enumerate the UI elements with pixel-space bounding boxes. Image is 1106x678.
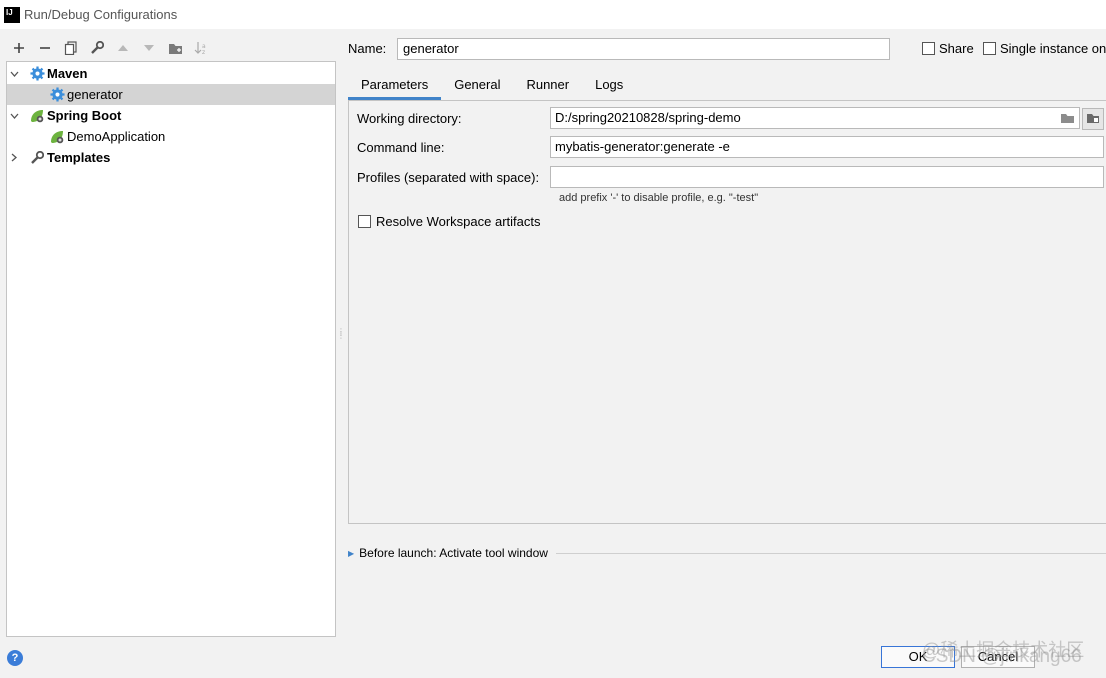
single-instance-label: Single instance on	[1000, 41, 1106, 56]
tree-label-spring-boot: Spring Boot	[47, 108, 122, 123]
parameters-panel	[348, 100, 1106, 524]
tab-parameters[interactable]: Parameters	[348, 71, 442, 100]
macro-icon	[1086, 112, 1100, 127]
window-title: Run/Debug Configurations	[24, 7, 178, 22]
resolve-workspace-option[interactable]: Resolve Workspace artifacts	[358, 214, 541, 229]
working-directory-value: D:/spring20210828/spring-demo	[555, 110, 741, 125]
chevron-right-icon[interactable]	[7, 153, 21, 162]
wrench-icon	[29, 150, 45, 166]
svg-text:z: z	[202, 49, 205, 55]
maven-gear-icon	[29, 66, 45, 82]
divider	[556, 553, 1106, 554]
tab-runner[interactable]: Runner	[513, 71, 582, 100]
tree-label-demo-application: DemoApplication	[67, 129, 166, 144]
share-label: Share	[939, 41, 974, 56]
working-directory-label: Working directory:	[357, 111, 462, 126]
tree-label-generator: generator	[67, 87, 123, 102]
resolve-workspace-label: Resolve Workspace artifacts	[376, 214, 541, 229]
tree-node-spring-boot[interactable]: Spring Boot	[7, 105, 335, 126]
single-instance-option[interactable]: Single instance on	[983, 41, 1106, 56]
command-line-label: Command line:	[357, 140, 445, 155]
expand-arrow-icon[interactable]: ▶	[348, 549, 354, 558]
intellij-logo-icon: IJ	[4, 6, 20, 23]
resolve-workspace-checkbox[interactable]	[358, 215, 371, 228]
name-input[interactable]: generator	[397, 38, 890, 60]
profiles-input[interactable]	[550, 166, 1104, 188]
wrench-icon[interactable]	[86, 37, 108, 59]
new-folder-icon[interactable]	[164, 37, 186, 59]
help-icon[interactable]: ?	[7, 650, 23, 666]
configuration-tree: Maven generator Spring Boot DemoApplicat…	[6, 61, 336, 637]
before-launch-section[interactable]: ▶ Before launch: Activate tool window	[348, 546, 548, 560]
spring-boot-icon	[29, 108, 45, 124]
folder-browse-icon[interactable]	[1059, 110, 1075, 126]
tab-logs[interactable]: Logs	[582, 71, 636, 100]
ok-button[interactable]: OK	[881, 646, 955, 668]
config-toolbar: az	[8, 37, 212, 59]
move-up-icon[interactable]	[112, 37, 134, 59]
tree-node-maven[interactable]: Maven	[7, 63, 335, 84]
add-icon[interactable]	[8, 37, 30, 59]
cancel-button[interactable]: Cancel	[961, 646, 1035, 668]
title-bar: IJ Run/Debug Configurations	[0, 0, 1106, 29]
chevron-down-icon[interactable]	[7, 113, 21, 119]
share-option[interactable]: Share	[922, 41, 974, 56]
sort-icon[interactable]: az	[190, 37, 212, 59]
share-checkbox[interactable]	[922, 42, 935, 55]
profiles-label: Profiles (separated with space):	[357, 170, 540, 185]
config-tabs: Parameters General Runner Logs	[348, 71, 636, 100]
copy-icon[interactable]	[60, 37, 82, 59]
single-instance-checkbox[interactable]	[983, 42, 996, 55]
splitter-handle[interactable]: ⋮ ⋮	[337, 328, 345, 342]
move-down-icon[interactable]	[138, 37, 160, 59]
tree-label-maven: Maven	[47, 66, 88, 81]
chevron-down-icon[interactable]	[7, 71, 21, 77]
tree-node-templates[interactable]: Templates	[7, 147, 335, 168]
name-label: Name:	[348, 41, 387, 56]
before-launch-label: Before launch: Activate tool window	[359, 546, 548, 560]
remove-icon[interactable]	[34, 37, 56, 59]
tree-node-generator[interactable]: generator	[7, 84, 335, 105]
maven-gear-icon	[49, 87, 65, 103]
working-directory-input[interactable]: D:/spring20210828/spring-demo	[550, 107, 1080, 129]
tab-general[interactable]: General	[441, 71, 513, 100]
profiles-hint: add prefix '-' to disable profile, e.g. …	[559, 192, 759, 204]
tree-node-demo-application[interactable]: DemoApplication	[7, 126, 335, 147]
spring-boot-icon	[49, 129, 65, 145]
tree-label-templates: Templates	[47, 150, 111, 165]
macro-button[interactable]	[1082, 108, 1104, 130]
command-line-input[interactable]: mybatis-generator:generate -e	[550, 136, 1104, 158]
